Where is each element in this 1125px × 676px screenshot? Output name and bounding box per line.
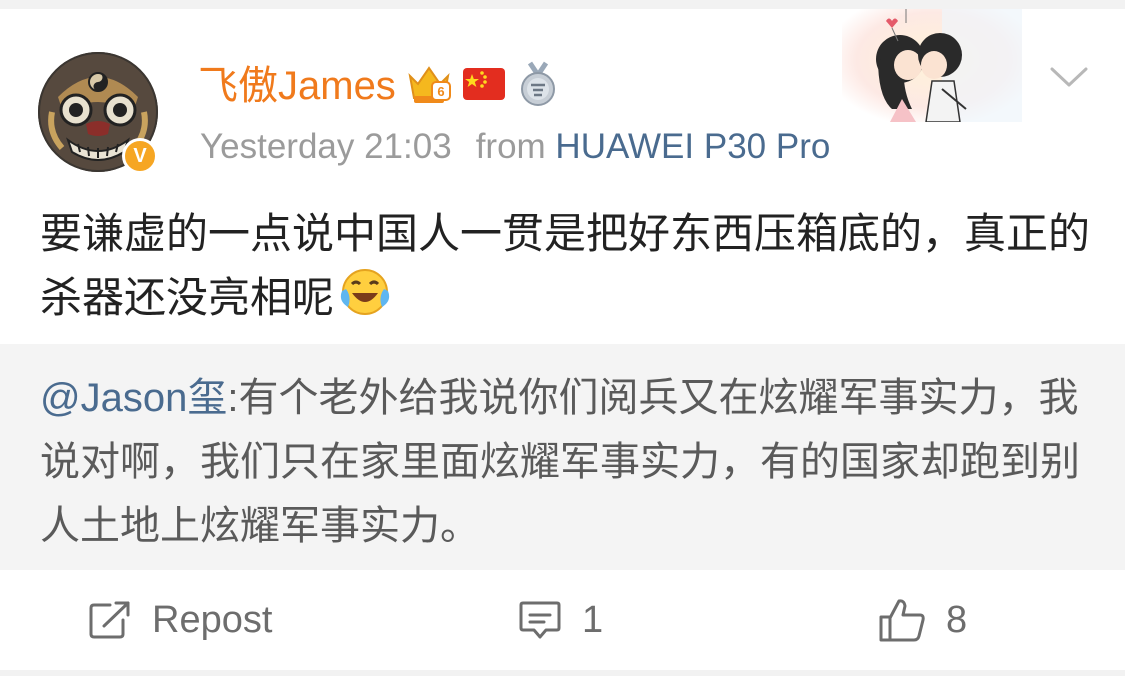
level-badge: 6 [437, 84, 444, 99]
like-button[interactable]: 8 [878, 570, 967, 670]
like-count: 8 [946, 598, 968, 641]
post-text: 要谦虚的一点说中国人一贯是把好东西压箱底的，真正的杀器还没亮相呢 [40, 210, 1091, 321]
card-background-art [842, 9, 1022, 123]
from-label: from [475, 127, 546, 166]
timestamp: Yesterday 21:03 [200, 127, 452, 166]
verified-badge: V [122, 138, 158, 174]
comment-count: 1 [582, 598, 604, 641]
author-row: 飞傲James 6 [198, 58, 560, 114]
repost-label: Repost [152, 598, 273, 641]
post-content: 要谦虚的一点说中国人一贯是把好东西压箱底的，真正的杀器还没亮相呢 [40, 202, 1090, 335]
comment-button[interactable]: 1 [518, 570, 603, 670]
comment-icon [519, 601, 561, 639]
like-icon [879, 599, 925, 642]
device-link[interactable]: HUAWEI P30 Pro [555, 127, 830, 166]
repost-button[interactable]: Repost [88, 570, 272, 670]
top-divider [0, 0, 1125, 9]
laughing-tears-emoji-icon [340, 267, 390, 335]
medal-icon[interactable] [516, 61, 560, 112]
china-flag-icon[interactable] [462, 64, 506, 109]
username[interactable]: 飞傲James [198, 58, 396, 114]
post-meta: Yesterday 21:03 from HUAWEI P30 Pro [200, 124, 830, 170]
repost-icon [89, 601, 130, 639]
bottom-divider [0, 670, 1125, 676]
quoted-text-block: @Jason玺:有个老外给我说你们阅兵又在炫耀军事实力，我说对啊，我们只在家里面… [40, 366, 1090, 558]
chevron-down-icon[interactable] [1050, 63, 1088, 91]
mention-link[interactable]: @Jason玺 [40, 376, 227, 420]
quoted-post[interactable]: @Jason玺:有个老外给我说你们阅兵又在炫耀军事实力，我说对啊，我们只在家里面… [0, 344, 1125, 570]
action-bar: Repost 1 8 [0, 570, 1125, 670]
crown-icon[interactable]: 6 [406, 62, 452, 111]
